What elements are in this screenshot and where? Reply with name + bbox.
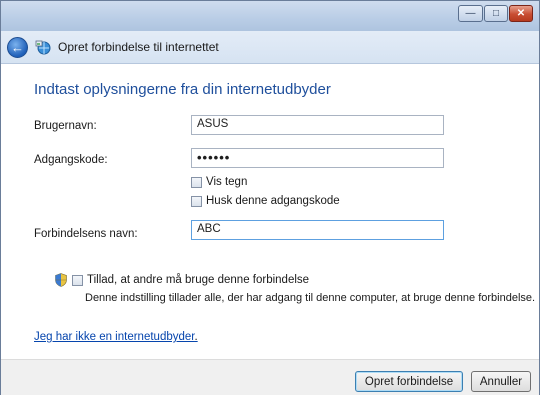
connect-wizard-window: — □ ✕ ← Opret forbindelse til internette… (0, 0, 540, 395)
password-field[interactable]: •••••• (191, 148, 444, 168)
uac-shield-icon (55, 273, 67, 287)
close-button[interactable]: ✕ (509, 5, 533, 22)
allow-others-checkbox[interactable] (72, 275, 83, 286)
page-heading: Indtast oplysningerne fra din internetud… (34, 81, 331, 98)
back-button[interactable]: ← (7, 37, 28, 58)
network-globe-icon (35, 40, 51, 55)
remember-password-checkbox[interactable] (191, 196, 202, 207)
password-label: Adgangskode: (34, 154, 108, 166)
connection-name-label: Forbindelsens navn: (34, 228, 138, 240)
remember-password-label[interactable]: Husk denne adgangskode (206, 195, 340, 207)
wizard-footer: Opret forbindelse Annuller (1, 359, 539, 395)
connection-name-field[interactable]: ABC (191, 220, 444, 240)
show-chars-checkbox[interactable] (191, 177, 202, 188)
title-bar: — □ ✕ (1, 1, 539, 31)
cancel-button[interactable]: Annuller (471, 371, 531, 392)
allow-others-note: Denne indstilling tillader alle, der har… (85, 292, 536, 304)
wizard-title: Opret forbindelse til internettet (58, 40, 219, 54)
username-field[interactable]: ASUS (191, 115, 444, 135)
username-label: Brugernavn: (34, 120, 97, 132)
no-isp-link[interactable]: Jeg har ikke en internetudbyder. (34, 331, 198, 343)
no-isp-link-suffix: . (194, 331, 198, 343)
wizard-nav-bar: ← Opret forbindelse til internettet (1, 31, 539, 64)
maximize-button[interactable]: □ (484, 5, 508, 22)
connect-button[interactable]: Opret forbindelse (355, 371, 463, 392)
no-isp-link-text[interactable]: Jeg har ikke en internetudbyder (34, 331, 194, 343)
minimize-button[interactable]: — (458, 5, 483, 22)
allow-others-label[interactable]: Tillad, at andre må bruge denne forbinde… (87, 274, 309, 286)
show-chars-label[interactable]: Vis tegn (206, 176, 247, 188)
